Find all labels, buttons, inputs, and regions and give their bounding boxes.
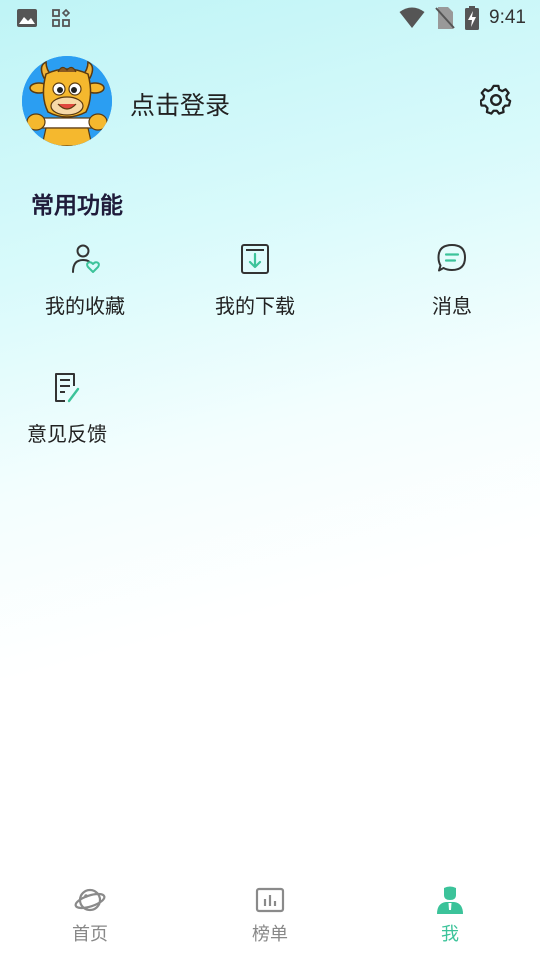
chart-board-icon [255, 887, 285, 913]
cartoon-bull-avatar [22, 56, 112, 146]
function-label: 意见反馈 [27, 422, 107, 446]
function-label: 我的收藏 [45, 294, 125, 318]
tab-label: 榜单 [252, 924, 288, 945]
status-bar: 9:41 [0, 0, 540, 36]
gear-icon[interactable] [480, 84, 512, 116]
image-notification-icon [17, 9, 37, 27]
function-downloads[interactable]: 我的下载 [190, 242, 320, 319]
function-messages[interactable]: 消息 [387, 242, 517, 319]
battery-charging-icon [465, 6, 480, 30]
no-sim-icon [435, 7, 455, 29]
feedback-doc-icon [55, 373, 80, 403]
bottom-nav: 首页 榜单 我 [0, 876, 540, 960]
function-feedback[interactable]: 意见反馈 [2, 370, 132, 447]
person-icon [437, 886, 463, 914]
tab-me[interactable]: 我 [400, 884, 500, 946]
tab-label: 我 [441, 924, 459, 945]
chat-bubble-icon [437, 244, 466, 272]
function-favorites[interactable]: 我的收藏 [20, 242, 150, 319]
user-heart-icon [72, 244, 100, 273]
download-box-icon [241, 244, 269, 274]
function-label: 消息 [432, 294, 472, 318]
login-link[interactable]: 点击登录 [130, 86, 230, 122]
avatar[interactable] [22, 56, 112, 146]
apps-notification-icon [52, 9, 70, 27]
wifi-icon [399, 7, 425, 28]
function-label: 我的下载 [215, 294, 295, 318]
section-title-common-functions: 常用功能 [31, 193, 123, 219]
profile-header[interactable]: 点击登录 [22, 56, 518, 146]
planet-icon [74, 888, 106, 912]
tab-rankings[interactable]: 榜单 [220, 884, 320, 946]
status-time: 9:41 [489, 7, 526, 28]
tab-home[interactable]: 首页 [40, 884, 140, 946]
tab-label: 首页 [72, 924, 108, 945]
